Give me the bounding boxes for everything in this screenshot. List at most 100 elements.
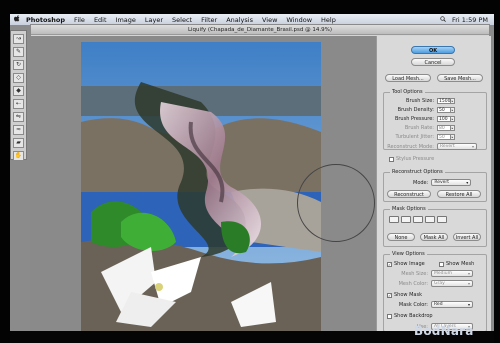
mask-color-row: Mask Color: Red [387, 301, 473, 308]
preview-canvas[interactable] [31, 36, 376, 335]
brush-size-field[interactable]: 1500 [437, 98, 451, 104]
brush-cursor [297, 164, 375, 242]
reconstruct-mode-select-row: Mode: Revert [413, 179, 472, 186]
menu-view[interactable]: View [262, 16, 277, 24]
brush-size-label: Brush Size: [406, 98, 434, 104]
show-mask-checkbox[interactable]: ✓ [387, 292, 392, 298]
brush-rate-field[interactable]: 80 [437, 125, 451, 131]
reconstruct-button[interactable]: Reconstruct [387, 190, 431, 198]
apple-icon[interactable] [14, 15, 20, 24]
mask-color-label: Mask Color: [398, 301, 428, 308]
menu-select[interactable]: Select [172, 16, 192, 24]
brush-density-field[interactable]: 50 [437, 107, 451, 113]
reconstruct-mode-label: Reconstruct Mode: [387, 143, 434, 150]
push-left-tool-icon[interactable]: ⇠ [13, 99, 24, 109]
menu-layer[interactable]: Layer [145, 16, 163, 24]
brush-size-stepper-icon[interactable]: ▸ [451, 98, 455, 104]
turbulent-jitter-stepper-icon[interactable]: ▸ [451, 134, 455, 140]
mesh-size-row: Mesh Size: Medium [387, 270, 473, 277]
show-mask-row: ✓ Show Mask [387, 292, 422, 298]
show-mesh-checkbox[interactable] [439, 261, 444, 267]
bloat-tool-icon[interactable]: ◆ [13, 86, 24, 96]
show-image-checkbox[interactable]: ✓ [387, 261, 392, 267]
brush-pressure-label: Brush Pressure: [394, 116, 434, 122]
reconstruct-mode-select[interactable]: Revert [437, 143, 477, 150]
turbulence-tool-icon[interactable]: ≈ [13, 125, 24, 135]
show-mesh-row: Show Mesh [439, 261, 474, 267]
reconstruct-tool-icon[interactable]: ✎ [13, 47, 24, 57]
menu-filter[interactable]: Filter [201, 16, 217, 24]
save-mesh-button[interactable]: Save Mesh... [437, 74, 483, 82]
mode-select[interactable]: Revert [431, 179, 472, 186]
menu-analysis[interactable]: Analysis [226, 16, 253, 24]
show-mesh-label: Show Mesh [446, 261, 475, 267]
show-backdrop-checkbox[interactable] [387, 313, 392, 319]
brush-pressure-field[interactable]: 100 [437, 116, 451, 122]
liquified-photo[interactable] [81, 42, 321, 332]
stylus-pressure-row: Stylus Pressure [389, 156, 434, 162]
mask-options-title: Mask Options [390, 206, 428, 212]
stylus-pressure-checkbox[interactable] [389, 156, 394, 162]
brush-rate-row: Brush Rate: 80 ▸ [385, 125, 455, 131]
mesh-color-row: Mesh Color: Gray [387, 280, 473, 287]
stylus-pressure-label: Stylus Pressure [396, 156, 435, 162]
mesh-size-select[interactable]: Medium [431, 270, 473, 277]
replace-selection-icon[interactable] [389, 216, 399, 223]
brush-size-row: Brush Size: 1500 ▸ [385, 98, 455, 104]
mode-label: Mode: [413, 179, 429, 186]
mesh-size-label: Mesh Size: [401, 270, 428, 277]
menu-window[interactable]: Window [286, 16, 312, 24]
menu-image[interactable]: Image [116, 16, 136, 24]
menu-edit[interactable]: Edit [94, 16, 107, 24]
cancel-button[interactable]: Cancel [411, 58, 455, 66]
mesh-color-label: Mesh Color: [398, 280, 428, 287]
menu-file[interactable]: File [74, 16, 85, 24]
brush-pressure-stepper-icon[interactable]: ▸ [451, 116, 455, 122]
menu-help[interactable]: Help [321, 16, 336, 24]
mirror-tool-icon[interactable]: ⇋ [13, 112, 24, 122]
invert-all-button[interactable]: Invert All [453, 233, 481, 241]
liquify-dialog: Liquify (Chapada_de_Diamante_Brasil.psd … [30, 24, 491, 335]
reconstruct-options-title: Reconstruct Options [390, 169, 445, 175]
brush-density-label: Brush Density: [397, 107, 434, 113]
mask-color-select[interactable]: Red [431, 301, 473, 308]
brush-density-row: Brush Density: 50 ▸ [385, 107, 455, 113]
mesh-color-select[interactable]: Gray [431, 280, 473, 287]
menu-photoshop[interactable]: Photoshop [26, 16, 65, 24]
restore-all-button[interactable]: Restore All [437, 190, 481, 198]
hand-tool-icon[interactable]: ✋ [13, 151, 24, 161]
show-image-row: ✓ Show Image [387, 261, 425, 267]
tool-options-title: Tool Options [390, 89, 425, 95]
brush-rate-label: Brush Rate: [404, 125, 434, 131]
dialog-title: Liquify (Chapada_de_Diamante_Brasil.psd … [31, 25, 489, 35]
add-to-selection-icon[interactable] [401, 216, 411, 223]
subtract-from-selection-icon[interactable] [413, 216, 423, 223]
menubar-clock: Fri 1:59 PM [451, 15, 488, 24]
brush-rate-stepper-icon[interactable]: ▸ [451, 125, 455, 131]
brush-pressure-row: Brush Pressure: 100 ▸ [385, 116, 455, 122]
twirl-tool-icon[interactable]: ↻ [13, 60, 24, 70]
turbulent-jitter-label: Turbulent Jitter: [395, 134, 434, 140]
turbulent-jitter-field[interactable]: 50 [437, 134, 451, 140]
watermark-logo: BodNara [414, 324, 474, 338]
brush-density-stepper-icon[interactable]: ▸ [451, 107, 455, 113]
load-mesh-button[interactable]: Load Mesh... [385, 74, 431, 82]
spotlight-icon[interactable] [440, 15, 446, 24]
intersect-selection-icon[interactable] [425, 216, 435, 223]
turbulent-jitter-row: Turbulent Jitter: 50 ▸ [385, 134, 455, 140]
reconstruct-mode-row: Reconstruct Mode: Revert [385, 143, 477, 150]
view-options-title: View Options [390, 251, 427, 257]
options-panel: OK Cancel Load Mesh... Save Mesh... Tool… [376, 36, 491, 335]
ok-button[interactable]: OK [411, 46, 455, 54]
show-image-label: Show Image [394, 261, 425, 267]
tools-palette: ↝ ✎ ↻ ◇ ◆ ⇠ ⇋ ≈ ▰ ✋ [10, 30, 27, 161]
show-backdrop-label: Show Backdrop [394, 313, 433, 319]
freeze-mask-tool-icon[interactable]: ▰ [13, 138, 24, 148]
forward-warp-tool-icon[interactable]: ↝ [13, 34, 24, 44]
show-backdrop-row: Show Backdrop [387, 313, 433, 319]
pucker-tool-icon[interactable]: ◇ [13, 73, 24, 83]
mask-none-button[interactable]: None [387, 233, 415, 241]
mask-all-button[interactable]: Mask All [420, 233, 448, 241]
invert-selection-icon[interactable] [437, 216, 447, 223]
photo-artwork [81, 42, 321, 332]
